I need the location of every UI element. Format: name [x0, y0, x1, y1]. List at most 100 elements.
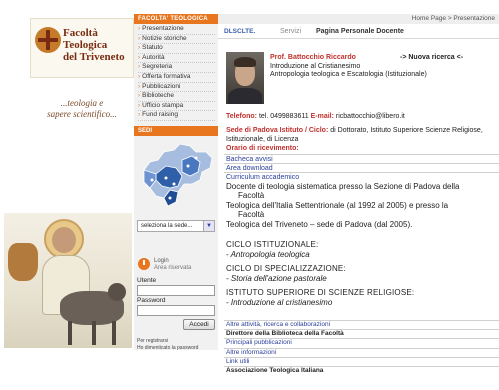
section-issr: ISTITUTO SUPERIORE DI SCIENZE RELIGIOSE:…	[226, 288, 496, 307]
menu-item-statuto[interactable]: › Statuto	[138, 44, 215, 54]
logo-line-1: Facoltà	[63, 27, 98, 39]
sede-select[interactable]: seleziona la sede... ▼	[137, 219, 215, 232]
tab-bar: DLSCLTE. Servizi Pagina Personale Docent…	[218, 25, 499, 39]
logo-line-2: Teologica	[63, 39, 108, 51]
menu-item-fund-raising[interactable]: › Fund raising	[138, 111, 215, 121]
link-principali-pubblicazioni[interactable]: Principali pubblicazioni	[224, 338, 499, 347]
login-title: Login	[154, 257, 169, 264]
chevron-right-icon: ›	[138, 101, 141, 109]
contacts-line: Telefono: tel. 0499883611 E-mail: ricbat…	[226, 113, 405, 120]
login-header: Login Area riservata	[137, 257, 215, 276]
login-subtitle: Area riservata	[154, 264, 192, 271]
section-item: - Storia dell'azione pastorale	[226, 273, 327, 283]
bottom-links: Altre attività, ricerca e collaborazioni…	[224, 320, 499, 375]
chevron-down-icon[interactable]: ▼	[203, 220, 214, 231]
sede-select-value: seleziona la sede...	[141, 222, 193, 229]
sheep-head-shape	[108, 283, 126, 301]
menu-item-label: Pubblicazioni	[142, 82, 181, 90]
tagline-line-1: ...teologia e	[60, 98, 104, 108]
office-hours-label: Orario di ricevimento:	[226, 145, 299, 152]
section-item: - Antropologia teologica	[226, 249, 310, 259]
chevron-right-icon: ›	[138, 72, 141, 80]
email-label: E-mail:	[310, 113, 334, 120]
logo-text: Facoltà Teologica del Triveneto	[63, 27, 125, 63]
tagline: ...teologia e sapere scientifico...	[30, 98, 134, 120]
link-bacheca-avvisi[interactable]: Bacheca avvisi	[224, 154, 499, 163]
sidebar-menu: FACOLTA' TEOLOGICA › Presentazione › Notiz…	[134, 14, 218, 352]
new-search-link[interactable]: -> Nuova ricerca <-	[400, 54, 463, 61]
menu-item-presentazione[interactable]: › Presentazione	[138, 25, 215, 35]
username-label: Utente	[137, 276, 157, 284]
description-line: Facoltà	[238, 210, 265, 220]
chevron-right-icon: ›	[138, 44, 141, 52]
sedi-map[interactable]	[136, 140, 216, 216]
section-title: CICLO ISTITUZIONALE:	[226, 240, 319, 249]
tagline-line-2: sapere scientifico...	[47, 109, 117, 119]
link-altre-informazioni[interactable]: Altre informazioni	[224, 347, 499, 357]
description-line: Teologica del Triveneto – sede di Padova…	[226, 219, 413, 229]
menu-item-autorita[interactable]: › Autorità	[138, 54, 215, 64]
tab-pagina-personale-docente[interactable]: Pagina Personale Docente	[316, 25, 404, 39]
username-input[interactable]	[137, 284, 215, 296]
link-altre-attivita[interactable]: Altre attività, ricerca e collaborazioni	[224, 320, 499, 329]
chevron-right-icon: ›	[138, 82, 141, 90]
faculty-logo[interactable]: Facoltà Teologica del Triveneto	[30, 18, 134, 78]
breadcrumb-text[interactable]: Home Page > Presentazione	[412, 15, 495, 22]
menu-item-label: Statuto	[142, 44, 163, 52]
menu-item-label: Offerta formativa	[142, 72, 191, 80]
professor-photo	[226, 52, 264, 104]
breadcrumb: Home Page > Presentazione	[218, 14, 499, 24]
logo-line-3: del Triveneto	[63, 51, 125, 63]
menu-header: FACOLTA' TEOLOGICA	[134, 14, 218, 24]
section-item: - Introduzione al cristianesimo	[226, 297, 333, 307]
chevron-right-icon: ›	[138, 63, 141, 71]
course-1: Introduzione al Cristianesimo	[270, 63, 361, 70]
forgot-password-link[interactable]: Ho dimenticato la password	[137, 345, 215, 352]
triveneto-map-icon	[143, 143, 213, 207]
password-input[interactable]	[137, 304, 215, 316]
menu-item-biblioteche[interactable]: › Biblioteche	[138, 92, 215, 102]
hair-shape	[234, 57, 256, 67]
description-line: Docente di teologia sistematica presso l…	[226, 182, 460, 191]
menu-item-segreteria[interactable]: › Segreteria	[138, 63, 215, 73]
section-title: ISTITUTO SUPERIORE DI SCIENZE RELIGIOSE:	[226, 288, 415, 297]
link-curriculum-accademico[interactable]: Curriculum accademico	[224, 172, 499, 181]
menu-item-pubblicazioni[interactable]: › Pubblicazioni	[138, 83, 215, 93]
menu-item-label: Ufficio stampa	[142, 101, 184, 109]
chevron-right-icon: ›	[138, 53, 141, 61]
course-2: Antropologia teologica e Escatologia (Is…	[270, 71, 427, 78]
chevron-right-icon: ›	[138, 25, 141, 32]
register-link[interactable]: Per registrarsi	[137, 338, 215, 345]
menu-item-ufficio-stampa[interactable]: › Ufficio stampa	[138, 102, 215, 112]
menu-item-label: Fund raising	[142, 111, 178, 119]
section-ciclo-istituzionale: CICLO ISTITUZIONALE: - Antropologia teol…	[226, 240, 496, 259]
sheep-leg	[68, 321, 72, 345]
professor-name: Prof. Battocchio Riccardo	[270, 54, 356, 61]
shoulders-shape	[228, 88, 262, 104]
amphora-shape	[8, 243, 38, 281]
menu-item-notizie-storiche[interactable]: › Notizie storiche	[138, 35, 215, 45]
sheep-leg	[112, 321, 116, 345]
good-shepherd-mosaic-image	[4, 213, 132, 348]
login-links: Per registrarsi Ho dimenticato la passwo…	[137, 338, 215, 352]
menu-item-label: Biblioteche	[142, 92, 174, 100]
menu-item-offerta-formativa[interactable]: › Offerta formativa	[138, 73, 215, 83]
chevron-right-icon: ›	[138, 34, 141, 42]
tab-first[interactable]: DLSCLTE.	[224, 25, 255, 39]
associazione-teologica-text: Associazione Teologica Italiana	[224, 366, 499, 375]
email-value[interactable]: ricbattocchio@libero.it	[336, 113, 405, 120]
description-line: Facoltà	[238, 191, 265, 201]
link-link-utili[interactable]: Link utili	[224, 356, 499, 366]
phone-value: tel. 0499883611	[258, 113, 309, 120]
login-button[interactable]: Accedi	[183, 318, 215, 330]
tab-servizi[interactable]: Servizi	[280, 25, 301, 39]
menu-item-label: Presentazione	[142, 25, 184, 32]
left-column: Facoltà Teologica del Triveneto ...teolo…	[0, 8, 134, 390]
phone-label: Telefono:	[226, 113, 257, 120]
link-area-download[interactable]: Area download	[224, 163, 499, 172]
sheep-leg	[92, 321, 96, 345]
director-library-text: Direttore della Biblioteca della Facoltà	[224, 329, 499, 338]
menu-list: › Presentazione › Notizie storiche › Statut…	[134, 24, 218, 121]
cross-emblem-icon	[35, 27, 61, 53]
login-box: Login Area riservata Utente Password Acc…	[134, 257, 218, 352]
